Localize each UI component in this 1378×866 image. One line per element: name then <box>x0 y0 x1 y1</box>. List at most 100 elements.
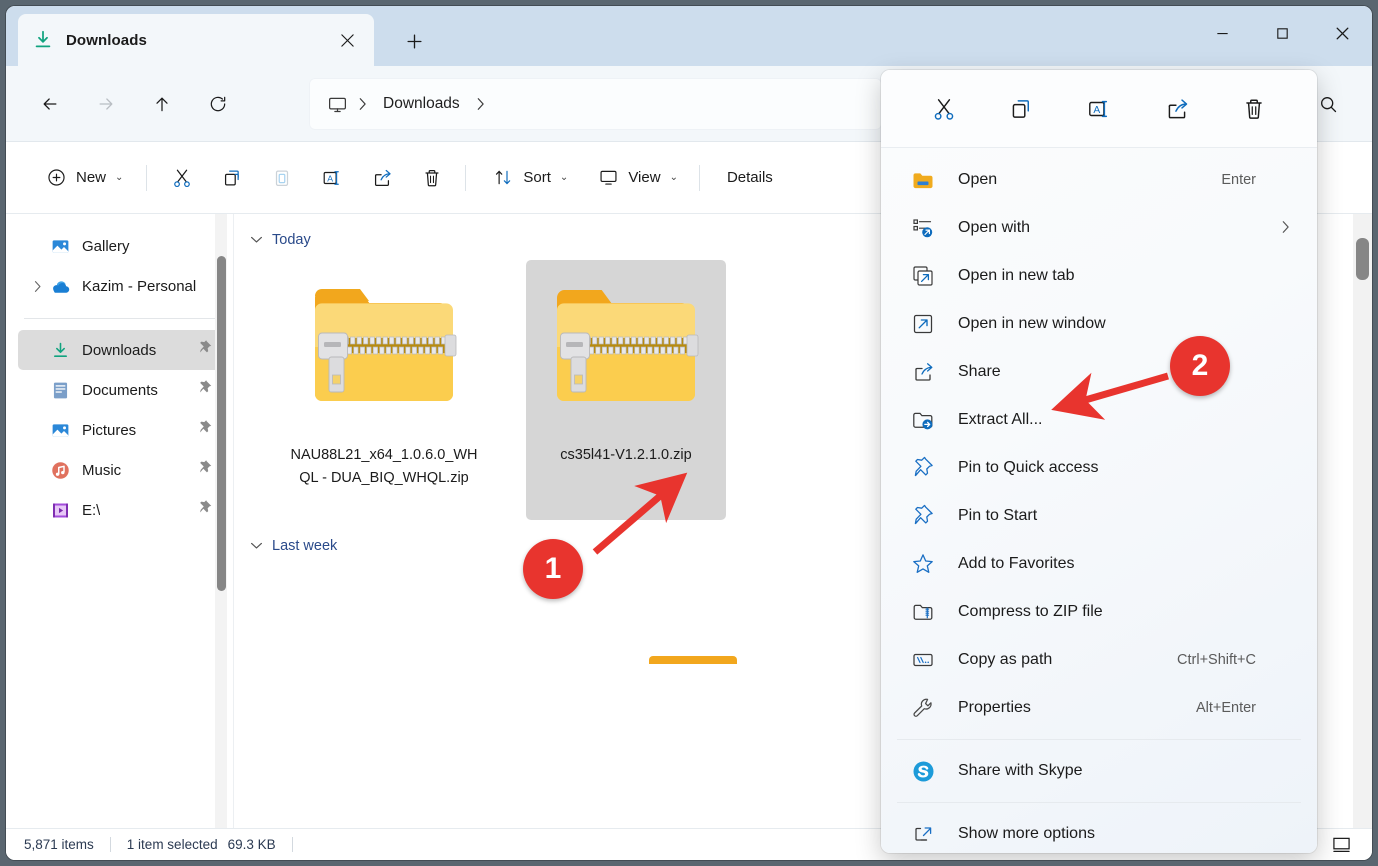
breadcrumb-separator-icon[interactable] <box>352 97 373 111</box>
pin-icon[interactable] <box>197 380 213 401</box>
up-button[interactable] <box>140 86 184 122</box>
rename-icon[interactable]: A <box>1076 88 1122 130</box>
menu-item-copy-as-path[interactable]: Copy as path Ctrl+Shift+C <box>886 636 1312 684</box>
view-button[interactable]: View ⌄ <box>586 156 690 200</box>
details-button[interactable]: Details <box>715 156 785 200</box>
menu-item-pin-to-quick-access[interactable]: Pin to Quick access <box>886 444 1312 492</box>
menu-item-open-in-new-window[interactable]: Open in new window <box>886 300 1312 348</box>
close-tab-icon[interactable] <box>334 27 360 53</box>
pin-icon[interactable] <box>197 420 213 441</box>
cut-icon[interactable] <box>921 88 967 130</box>
chevron-down-icon[interactable] <box>250 539 263 553</box>
menu-item-label: Add to Favorites <box>958 555 1075 572</box>
menu-item-label: Open <box>958 171 998 188</box>
maximize-button[interactable] <box>1252 6 1312 60</box>
status-divider <box>109 837 111 852</box>
tab-title: Downloads <box>66 31 147 49</box>
download-icon <box>32 29 54 51</box>
sidebar-item-music[interactable]: Music <box>18 450 223 490</box>
menu-item-open-in-new-tab[interactable]: Open in new tab <box>886 252 1312 300</box>
menu-item-label: Show more options <box>958 825 1095 842</box>
sidebar-item-label: Gallery <box>82 237 130 255</box>
file-name: cs35l41-V1.2.1.0.zip <box>560 447 692 463</box>
menu-item-open-with[interactable]: Open with <box>886 204 1312 252</box>
menu-item-accelerator: Alt+Enter <box>1195 700 1256 716</box>
pin-icon[interactable] <box>197 460 213 481</box>
partial-file-tile[interactable] <box>649 656 737 664</box>
sidebar-item-onedrive[interactable]: Kazim - Personal <box>18 266 223 306</box>
breadcrumb-separator-icon-2[interactable] <box>470 97 491 111</box>
back-button[interactable] <box>28 86 72 122</box>
toolbar-divider-2 <box>465 164 467 191</box>
copy-icon[interactable] <box>998 88 1044 130</box>
menu-item-label: Compress to ZIP file <box>958 603 1103 620</box>
menu-item-compress-to-zip[interactable]: Compress to ZIP file <box>886 588 1312 636</box>
menu-item-label: Copy as path <box>958 651 1053 668</box>
sidebar-item-documents[interactable]: Documents <box>18 370 223 410</box>
sidebar-divider <box>24 318 217 319</box>
forward-button[interactable] <box>84 86 128 122</box>
rename-button[interactable]: A <box>308 156 356 200</box>
delete-button[interactable] <box>408 156 456 200</box>
address-bar[interactable]: Downloads <box>309 78 882 130</box>
submenu-chevron-icon[interactable] <box>1281 220 1290 237</box>
context-menu-header: A <box>881 70 1317 148</box>
status-divider-2 <box>291 837 293 852</box>
group-header-label: Last week <box>272 538 338 554</box>
annotation-number: 2 <box>1191 349 1209 382</box>
this-pc-icon[interactable] <box>323 94 352 115</box>
expand-chevron-icon[interactable] <box>26 280 48 293</box>
file-tile[interactable]: NAU88L21_x64_1.0.6.0_WHQL - DUA_BIQ_WHQL… <box>284 260 484 520</box>
tab-downloads[interactable]: Downloads <box>18 14 374 66</box>
item-count: 5,871 items <box>24 837 94 852</box>
share-icon <box>910 359 936 385</box>
pin-icon <box>910 455 936 481</box>
sidebar-item-label: Kazim - Personal <box>82 277 197 295</box>
view-button-label: View <box>628 169 661 186</box>
file-pane-scrollbar-track[interactable] <box>1353 214 1372 828</box>
sidebar-item-pictures[interactable]: Pictures <box>18 410 223 450</box>
menu-item-show-more-options[interactable]: Show more options <box>886 810 1312 853</box>
sort-button[interactable]: Sort ⌄ <box>481 156 580 200</box>
sidebar-scrollbar-thumb[interactable] <box>217 256 226 591</box>
pin-icon[interactable] <box>197 500 213 521</box>
share-icon[interactable] <box>1154 88 1200 130</box>
menu-item-properties[interactable]: Properties Alt+Enter <box>886 684 1312 732</box>
pin-icon[interactable] <box>197 340 213 361</box>
menu-item-label: Open in new tab <box>958 267 1075 284</box>
share-button[interactable] <box>358 156 406 200</box>
sidebar-item-gallery[interactable]: Gallery <box>18 226 223 266</box>
file-tile[interactable]: cs35l41-V1.2.1.0.zip <box>526 260 726 520</box>
sidebar-item-label: Music <box>82 461 122 479</box>
chevron-down-icon[interactable] <box>250 233 263 247</box>
close-window-button[interactable] <box>1312 6 1372 60</box>
context-menu-list: Open Enter Open with Open in new tab Ope… <box>881 148 1317 853</box>
menu-item-pin-to-start[interactable]: Pin to Start <box>886 492 1312 540</box>
menu-item-share-with-skype[interactable]: Share with Skype <box>886 747 1312 795</box>
star-icon <box>910 551 936 577</box>
new-tab-button[interactable] <box>396 26 432 56</box>
file-explorer-window: Downloads Downloads New ⌄ A Sort ⌄ View … <box>6 6 1372 860</box>
sidebar-item-drive-e[interactable]: E:\ <box>18 490 223 530</box>
menu-item-open[interactable]: Open Enter <box>886 156 1312 204</box>
refresh-button[interactable] <box>196 86 240 122</box>
sidebar-item-downloads[interactable]: Downloads <box>18 330 223 370</box>
sort-button-label: Sort <box>523 169 551 186</box>
menu-item-share[interactable]: Share <box>886 348 1312 396</box>
skype-icon <box>910 758 936 784</box>
show-more-options-icon <box>910 821 936 847</box>
menu-item-extract-all[interactable]: Extract All... <box>886 396 1312 444</box>
minimize-button[interactable] <box>1192 6 1252 60</box>
copy-button[interactable] <box>208 156 256 200</box>
compress-zip-icon <box>910 599 936 625</box>
cut-button[interactable] <box>158 156 206 200</box>
menu-item-add-to-favorites[interactable]: Add to Favorites <box>886 540 1312 588</box>
details-button-label: Details <box>726 169 773 186</box>
file-pane-scrollbar-thumb[interactable] <box>1356 238 1369 280</box>
details-view-icon[interactable] <box>1326 832 1356 858</box>
selection-count: 1 item selected <box>126 837 218 852</box>
delete-icon[interactable] <box>1231 88 1277 130</box>
breadcrumb-downloads[interactable]: Downloads <box>373 91 470 117</box>
wrench-icon <box>910 695 936 721</box>
new-button[interactable]: New ⌄ <box>32 156 137 200</box>
